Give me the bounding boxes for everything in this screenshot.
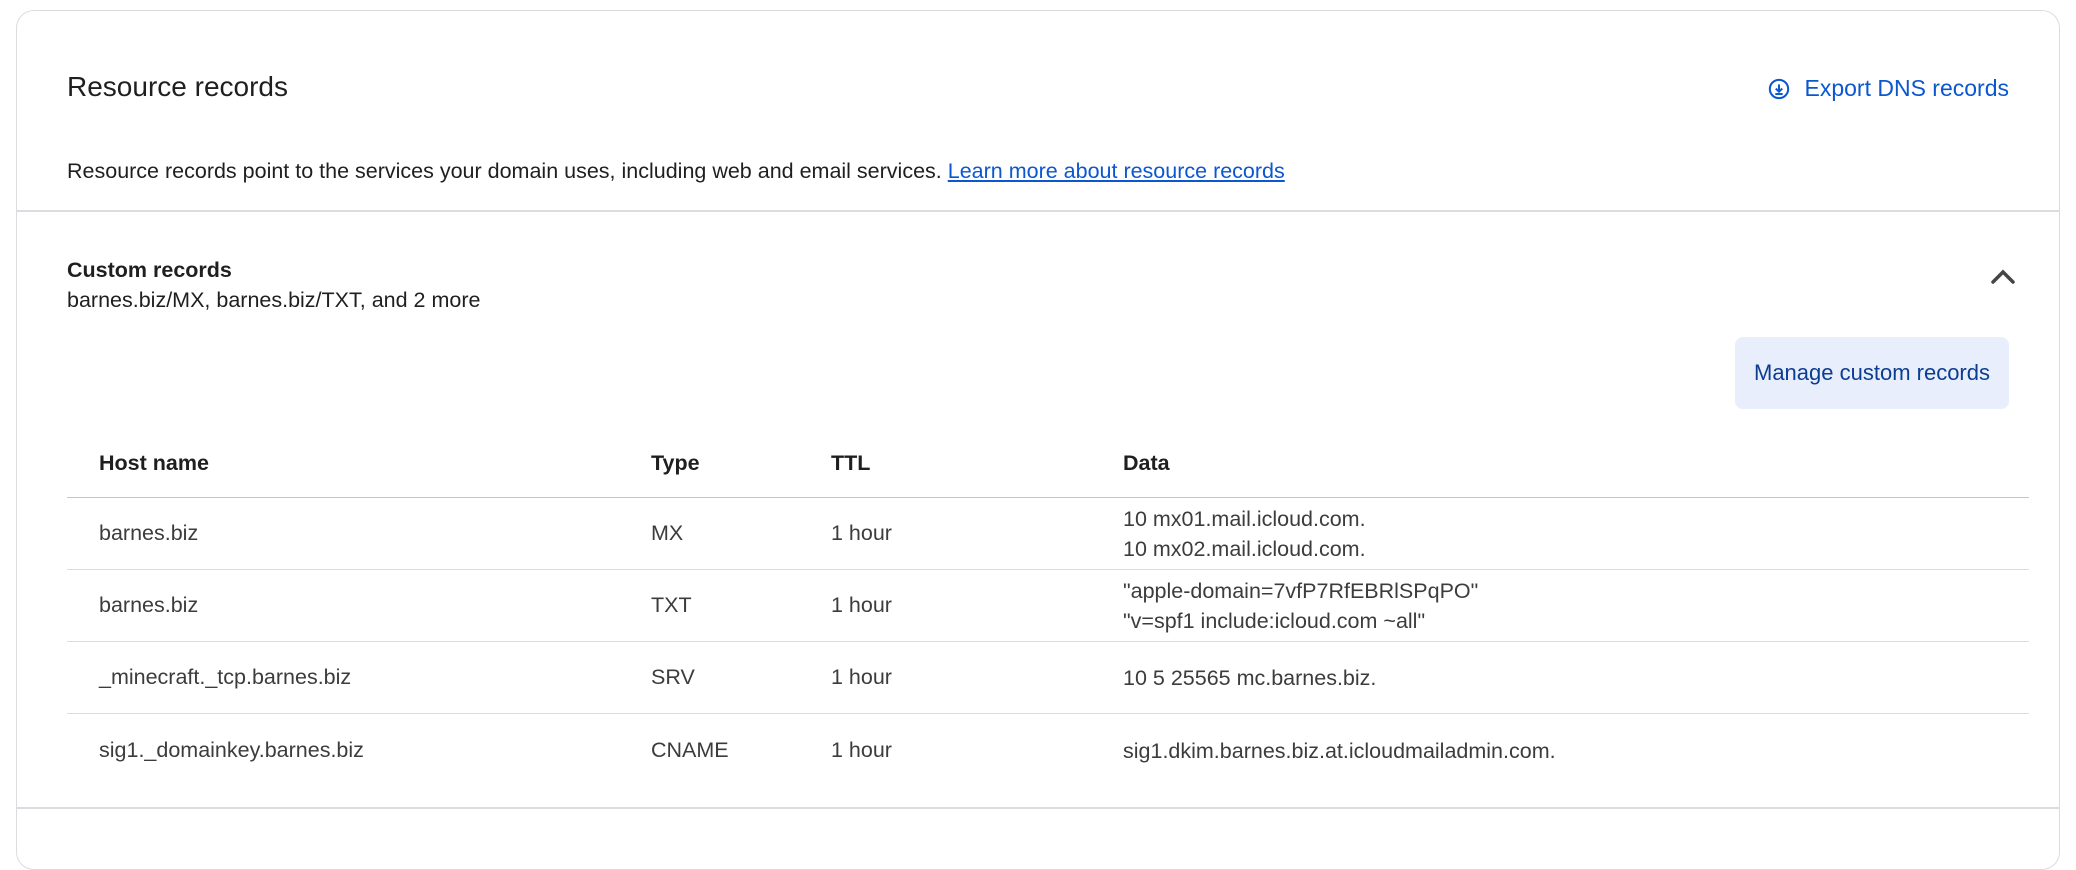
host-name-cell: _minecraft._tcp.barnes.biz: [67, 641, 651, 714]
page-title: Resource records: [67, 71, 288, 102]
type-cell: SRV: [651, 641, 831, 714]
ttl-cell: 1 hour: [831, 569, 1123, 642]
custom-records-title: Custom records: [67, 258, 232, 282]
data-cell: 10 mx01.mail.icloud.com. 10 mx02.mail.ic…: [1123, 497, 2029, 570]
table-row: barnes.biz MX 1 hour 10 mx01.mail.icloud…: [67, 497, 2029, 570]
learn-more-link[interactable]: Learn more about resource records: [948, 159, 1285, 183]
data-value: 10 mx02.mail.icloud.com.: [1123, 536, 1366, 561]
host-name-cell: barnes.biz: [67, 569, 651, 642]
column-header-data: Data: [1123, 429, 2029, 498]
description: Resource records point to the services y…: [67, 159, 1285, 184]
ttl-cell: 1 hour: [831, 738, 892, 762]
table-header-row: Host name Type TTL Data: [67, 429, 2029, 498]
table-row: barnes.biz TXT 1 hour "apple-domain=7vfP…: [67, 569, 2029, 642]
divider: [17, 210, 2059, 212]
data-value: "apple-domain=7vfP7RfEBRlSPqPO": [1123, 578, 1479, 603]
divider: [17, 807, 2059, 809]
table-row: sig1._domainkey.barnes.biz CNAME 1 hour …: [67, 714, 2029, 788]
type-cell: TXT: [651, 569, 831, 642]
data-cell: 10 5 25565 mc.barnes.biz.: [1123, 641, 2029, 714]
custom-records-summary: barnes.biz/MX, barnes.biz/TXT, and 2 mor…: [67, 288, 481, 312]
description-text: Resource records point to the services y…: [67, 159, 942, 183]
table-row: _minecraft._tcp.barnes.biz SRV 1 hour 10…: [67, 641, 2029, 714]
type-cell: CNAME: [651, 738, 729, 762]
data-value: 10 mx01.mail.icloud.com.: [1123, 506, 1366, 531]
chevron-up-icon[interactable]: [1989, 267, 2017, 290]
ttl-cell: 1 hour: [831, 641, 1123, 714]
ttl-cell: 1 hour: [831, 497, 1123, 570]
manage-custom-records-button[interactable]: Manage custom records: [1735, 337, 2009, 409]
data-value: sig1.dkim.barnes.biz.at.icloudmailadmin.…: [1123, 738, 1556, 763]
data-cell: sig1.dkim.barnes.biz.at.icloudmailadmin.…: [1123, 714, 2029, 788]
data-value: "v=spf1 include:icloud.com ~all": [1123, 608, 1426, 633]
records-table: Host name Type TTL Data barnes.biz MX 1 …: [67, 429, 2029, 787]
host-name-cell: barnes.biz: [67, 497, 651, 570]
export-dns-records-label: Export DNS records: [1804, 75, 2009, 101]
column-header-type: Type: [651, 429, 831, 498]
download-circle-icon: [1768, 78, 1790, 100]
column-header-ttl: TTL: [831, 429, 1123, 498]
data-value: 10 5 25565 mc.barnes.biz.: [1123, 665, 1377, 690]
column-header-host-name: Host name: [67, 429, 651, 498]
host-name-cell: sig1._domainkey.barnes.biz: [99, 738, 364, 762]
export-dns-records-button[interactable]: Export DNS records: [1768, 75, 2009, 102]
resource-records-card: Resource records Export DNS records Reso…: [16, 10, 2060, 870]
data-cell: "apple-domain=7vfP7RfEBRlSPqPO" "v=spf1 …: [1123, 569, 2029, 642]
type-cell: MX: [651, 497, 831, 570]
